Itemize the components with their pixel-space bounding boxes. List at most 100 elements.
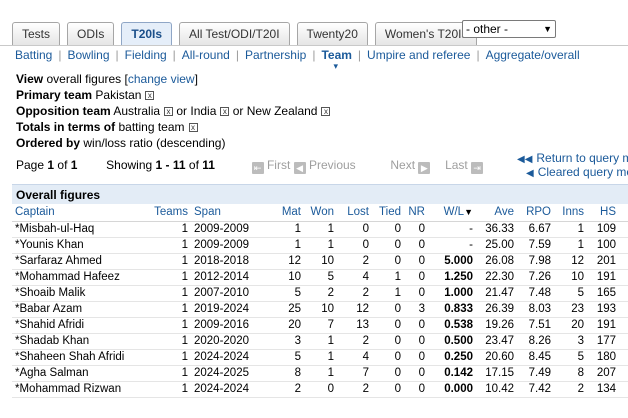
column-header-ls[interactable]: LS [619,204,628,222]
captain-name[interactable]: *Younis Khan [12,237,151,254]
column-header-tied[interactable]: Tied [372,204,404,222]
captain-name[interactable]: *Babar Azam [12,301,151,318]
nav-batting[interactable]: Batting [15,48,52,62]
nav-bowling[interactable]: Bowling [67,48,109,62]
cell-span: 2012-2014 [191,269,261,286]
column-header-hs[interactable]: HS [587,204,619,222]
next-page-link[interactable]: Next [390,158,415,172]
return-to-query-link[interactable]: ◀◀Return to query me [517,152,628,166]
cell-teams: 1 [151,301,191,318]
captain-name[interactable]: *Shoaib Malik [12,285,151,302]
cell-won: 0 [304,381,337,398]
captain-name[interactable]: *Misbah-ul-Haq [12,221,151,238]
cell-nr: 0 [404,269,428,286]
captain-name[interactable]: *Mohammad Rizwan [12,381,151,398]
nav-partnership[interactable]: Partnership [245,48,306,62]
column-header-rpo[interactable]: RPO [517,204,554,222]
column-header-lost[interactable]: Lost [337,204,372,222]
nav-fielding[interactable]: Fielding [125,48,167,62]
remove-filter-icon[interactable]: x [220,107,230,116]
cell-inns: 20 [554,317,587,334]
cell-won: 5 [304,269,337,286]
cell-nr: 0 [404,237,428,254]
cell-ave: 17.15 [476,365,517,382]
cell-hs: 165 [587,285,619,302]
cell-ave: 19.26 [476,317,517,334]
first-page-link[interactable]: First [267,158,290,172]
cell-ave: 10.42 [476,381,517,398]
tab-tests[interactable]: Tests [12,22,61,46]
cell-mat: 10 [261,269,304,286]
captain-name[interactable]: *Sarfaraz Ahmed [12,253,151,270]
column-header-ave[interactable]: Ave [476,204,517,222]
remove-filter-icon[interactable]: x [145,91,155,100]
cell-w-l: 0.142 [428,365,476,382]
page-indicator: Page 1 of 1 [16,158,78,172]
nav-separator: | [357,48,362,62]
cell-won: 1 [304,333,337,350]
column-header-inns[interactable]: Inns [554,204,587,222]
cell-rpo: 8.26 [517,333,554,350]
tab-twenty20[interactable]: Twenty20 [296,22,368,46]
tab-all-formats[interactable]: All Test/ODI/T20I [179,22,290,46]
cell-rpo: 7.26 [517,269,554,286]
next-page-icon: ▶ [418,162,431,174]
column-header-mat[interactable]: Mat [261,204,304,222]
query-totals-row: Totals in terms of batting team x [16,119,330,135]
captain-name[interactable]: *Shadab Khan [12,333,151,350]
nav-umpire-referee[interactable]: Umpire and referee [367,48,470,62]
primary-team-label: Primary team [16,88,93,102]
cell-ls: - [619,221,628,238]
chevron-down-icon: ▼ [543,24,552,34]
captain-name[interactable]: *Shaheen Shah Afridi [12,349,151,366]
captain-name[interactable]: *Mohammad Hafeez [12,269,151,286]
remove-filter-icon[interactable]: x [188,123,198,132]
cell-mat: 5 [261,349,304,366]
cleared-query-link[interactable]: ◀ Cleared query me [526,166,628,180]
cell-span: 2018-2018 [191,253,261,270]
table-row: *Sarfaraz Ahmed 1 2018-2018 12 10 2 0 0 5.000 26.… [12,253,628,270]
cell-nr: 0 [404,285,428,302]
nav-team[interactable]: Team [321,48,351,62]
change-view-link[interactable]: change view [128,72,195,86]
cell-teams: 1 [151,317,191,334]
column-header-teams[interactable]: Teams [151,204,191,222]
last-page-link[interactable]: Last [445,158,468,172]
remove-filter-icon[interactable]: x [321,107,331,116]
return-arrow-icon: ◀◀ [517,154,533,165]
cell-teams: 1 [151,221,191,238]
cell-won: 10 [304,253,337,270]
pagination: Page 1 of 1 Showing 1 - 11 of 11 ⇤ First… [16,158,484,174]
cell-inns: 5 [554,285,587,302]
other-format-select[interactable]: - other - ▼ [462,20,556,38]
cell-mat: 12 [261,253,304,270]
column-header-span[interactable]: Span [191,204,261,222]
captain-name[interactable]: *Shahid Afridi [12,317,151,334]
table-row: *Misbah-ul-Haq 1 2009-2009 1 1 0 0 0-36.33 6.67 1… [12,221,628,238]
column-header-captain[interactable]: Captain [12,204,151,222]
view-label: View [16,72,44,86]
remove-filter-icon[interactable]: x [164,107,174,116]
table-row: *Agha Salman 1 2024-2025 8 1 7 0 0 0.142 17.15 7.4… [12,365,628,382]
table-header-row: Captain Teams Span Mat Won Lost Tied NR W/L▼ Ave R… [12,204,628,222]
tab-t20is[interactable]: T20Is [121,22,173,46]
previous-page-link[interactable]: Previous [309,158,356,172]
cell-won: 2 [304,285,337,302]
table-row: *Shadab Khan 1 2020-2020 3 1 2 0 0 0.500 23.47 8.2… [12,333,628,350]
nav-all-round[interactable]: All-round [182,48,230,62]
cell-lost: 4 [337,269,372,286]
column-header-nr[interactable]: NR [404,204,428,222]
nav-aggregate-overall[interactable]: Aggregate/overall [486,48,580,62]
query-return-links: ◀◀Return to query me ◀Cleared query me [517,152,628,180]
tab-odis[interactable]: ODIs [67,22,115,46]
cell-w-l: 0.500 [428,333,476,350]
cell-rpo: 7.42 [517,381,554,398]
cell-won: 10 [304,301,337,318]
cell-tied: 0 [372,333,404,350]
column-header-w-l[interactable]: W/L▼ [428,204,476,222]
last-page-icon: ⇥ [471,162,484,174]
captain-name[interactable]: *Agha Salman [12,365,151,382]
column-header-won[interactable]: Won [304,204,337,222]
cell-w-l: 5.000 [428,253,476,270]
cell-inns: 3 [554,333,587,350]
